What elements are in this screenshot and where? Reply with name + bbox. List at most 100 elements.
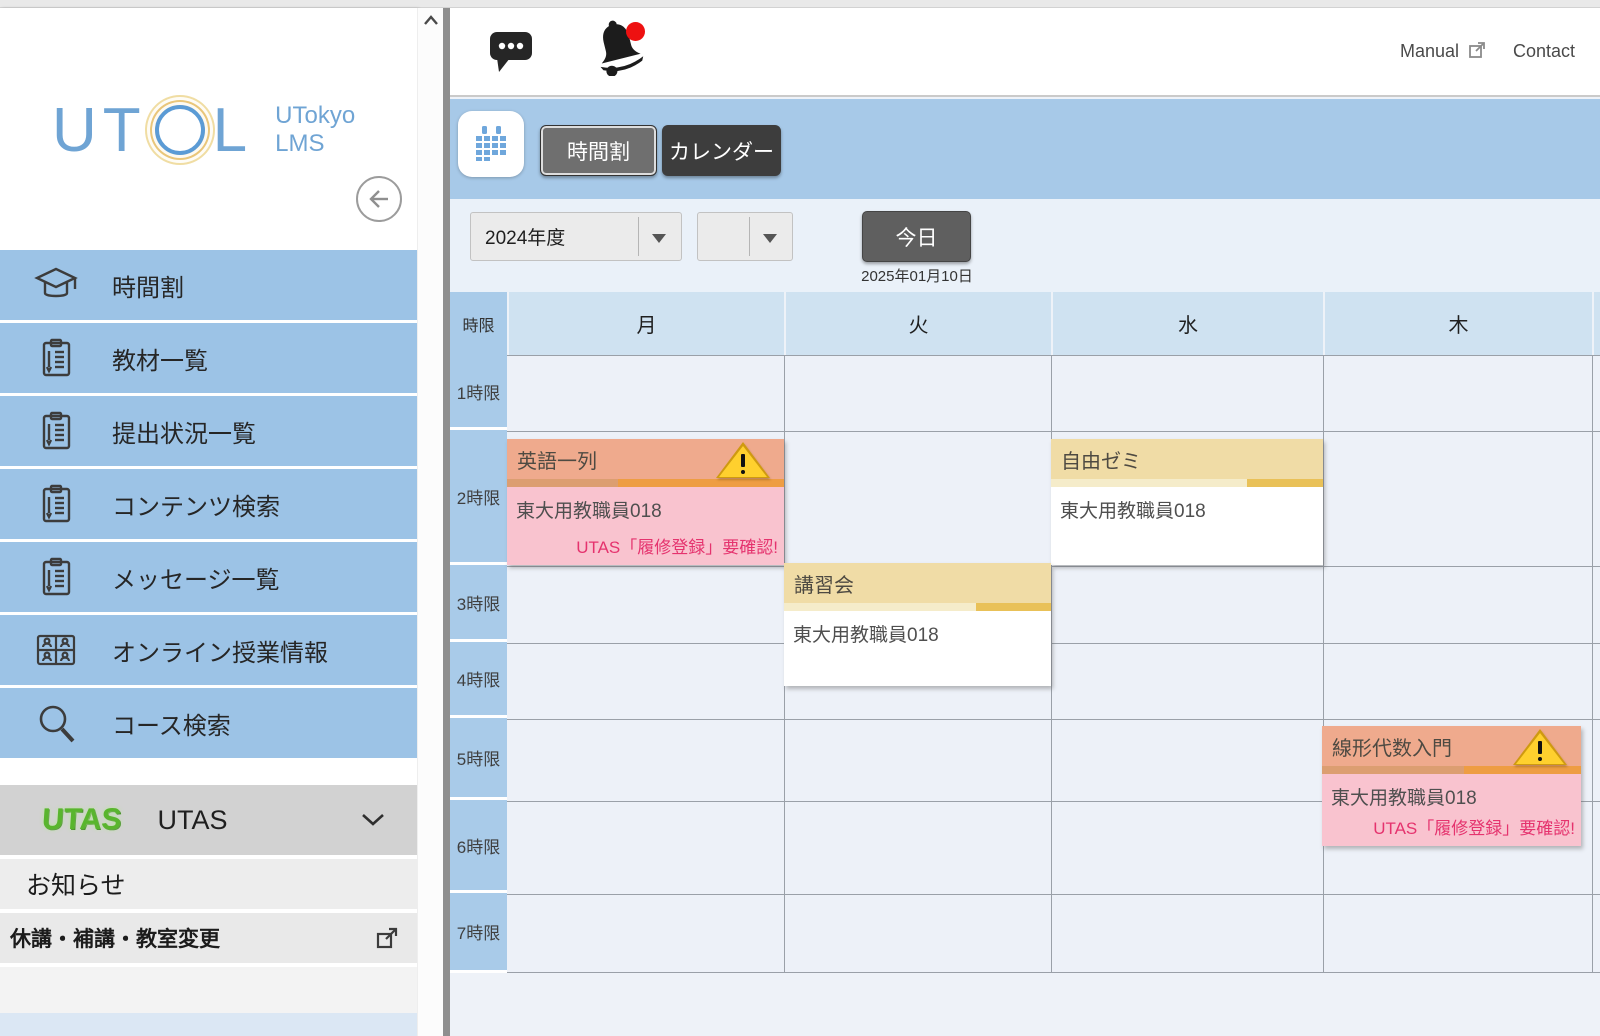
today-button[interactable]: 今日 xyxy=(862,211,971,262)
course-card-header: 講習会 xyxy=(784,563,1051,603)
gridline xyxy=(507,566,1600,567)
utol-logo-text: UT L xyxy=(52,95,253,166)
period-label-7: 7時限 xyxy=(450,893,507,973)
sidebar-item-content-search[interactable]: コンテンツ検索 xyxy=(0,469,417,539)
course-card-body: 東大用教職員018 UTAS「履修登録」要確認! xyxy=(507,487,784,565)
video-grid-icon xyxy=(0,628,112,672)
tab-calendar[interactable]: カレンダー xyxy=(662,125,781,176)
sidebar-item-notices[interactable]: お知らせ xyxy=(0,859,417,911)
period-label-3: 3時限 xyxy=(450,565,507,642)
notification-badge xyxy=(626,22,645,41)
tab-timetable[interactable]: 時間割 xyxy=(540,125,657,176)
sidebar-menu: 時間割 教材一覧 提出状況一覧 xyxy=(0,250,417,761)
caret-down-icon xyxy=(763,234,777,243)
chevron-down-icon xyxy=(361,813,385,827)
course-card-english[interactable]: 英語一列 東大用教職員018 UTAS「履修登録」要確認! xyxy=(507,439,784,565)
day-header-monday: 月 xyxy=(509,292,784,355)
clipboard-icon xyxy=(0,336,112,380)
clipboard-icon xyxy=(0,555,112,599)
period-label-5: 5時限 xyxy=(450,718,507,800)
course-card-seminar[interactable]: 自由ゼミ 東大用教職員018 xyxy=(1051,439,1323,565)
logo-part2: L xyxy=(213,95,253,166)
graduation-cap-icon xyxy=(0,263,112,307)
sidebar-item-label: 提出状況一覧 xyxy=(112,414,256,449)
course-card-body: 東大用教職員018 UTAS「履修登録」要確認! xyxy=(1322,774,1581,846)
day-header-wednesday: 水 xyxy=(1053,292,1323,355)
course-card-body: 東大用教職員018 xyxy=(1051,487,1323,565)
clipboard-icon xyxy=(0,409,112,453)
sidebar-collapse-button[interactable] xyxy=(356,176,402,222)
period-label-4: 4時限 xyxy=(450,642,507,718)
contact-link[interactable]: Contact xyxy=(1513,41,1575,62)
course-progress-strip xyxy=(507,479,784,487)
calendar-view-button[interactable] xyxy=(458,111,524,177)
course-warning-text: UTAS「履修登録」要確認! xyxy=(1373,814,1575,839)
calendar-icon xyxy=(471,124,511,164)
course-card-header: 線形代数入門 xyxy=(1322,726,1581,766)
period-label-2: 2時限 xyxy=(450,430,507,565)
sidebar-section-utas[interactable]: UTAS UTAS xyxy=(0,785,417,857)
period-label-1: 1時限 xyxy=(450,355,507,430)
course-card-workshop[interactable]: 講習会 東大用教職員018 xyxy=(784,563,1051,686)
grid-corner-header: 時限 xyxy=(450,292,507,355)
chat-icon[interactable] xyxy=(488,28,534,74)
sidebar-scrollbar[interactable] xyxy=(417,8,443,1036)
utas-label: UTAS xyxy=(157,805,227,836)
sidebar-item-online-class[interactable]: オンライン授業情報 xyxy=(0,615,417,685)
panel-splitter[interactable] xyxy=(443,8,450,1036)
notices-label: お知らせ xyxy=(26,866,126,902)
class-changes-label: 休講・補講・教室変更 xyxy=(10,923,220,953)
sidebar-item-label: 時間割 xyxy=(112,268,184,303)
course-instructor: 東大用教職員018 xyxy=(1051,487,1323,523)
warning-icon xyxy=(716,442,770,478)
period-label-6: 6時限 xyxy=(450,800,507,893)
sidebar-item-label: オンライン授業情報 xyxy=(112,633,328,668)
manual-link[interactable]: Manual xyxy=(1400,41,1459,62)
sidebar-empty-row xyxy=(0,967,417,1013)
logo-ring-icon xyxy=(155,105,205,155)
course-title: 自由ゼミ xyxy=(1061,445,1141,474)
course-title: 講習会 xyxy=(794,569,854,598)
sidebar-item-messages[interactable]: メッセージ一覧 xyxy=(0,542,417,612)
year-select-value: 2024年度 xyxy=(485,223,565,250)
caret-down-icon xyxy=(652,234,666,243)
timetable-grid: 時限 月 火 水 木 1時限 2時限 3時限 4時限 5時限 6時限 7時限 英… xyxy=(450,292,1600,973)
arrow-left-icon xyxy=(366,186,392,212)
course-warning-text: UTAS「履修登録」要確認! xyxy=(576,533,778,558)
day-header-tuesday: 火 xyxy=(786,292,1051,355)
gridline xyxy=(507,643,1600,644)
clipboard-icon xyxy=(0,482,112,526)
sidebar: UTL UTokyo LMS 時間割 xyxy=(0,8,417,1036)
sidebar-item-timetable[interactable]: 時間割 xyxy=(0,250,417,320)
course-title: 英語一列 xyxy=(517,445,597,474)
day-header-friday-clipped xyxy=(1594,292,1600,355)
warning-icon xyxy=(1513,729,1567,765)
utol-logo: UTL UTokyo LMS xyxy=(52,80,382,180)
external-link-icon xyxy=(375,926,399,950)
gridline xyxy=(1592,356,1593,972)
sidebar-item-materials[interactable]: 教材一覧 xyxy=(0,323,417,393)
external-link-icon xyxy=(1468,41,1486,59)
scroll-up-arrow-icon[interactable] xyxy=(421,10,441,30)
gridline xyxy=(507,431,1600,432)
course-card-linear-algebra[interactable]: 線形代数入門 東大用教職員018 UTAS「履修登録」要確認! xyxy=(1322,726,1581,846)
course-instructor: 東大用教職員018 xyxy=(507,487,784,523)
course-progress-strip xyxy=(1322,766,1581,774)
search-icon xyxy=(0,700,112,746)
course-title: 線形代数入門 xyxy=(1332,732,1452,761)
utas-logo: UTAS xyxy=(41,803,123,837)
year-select[interactable]: 2024年度 xyxy=(470,212,682,261)
course-card-header: 英語一列 xyxy=(507,439,784,479)
sidebar-item-label: メッセージ一覧 xyxy=(112,560,280,595)
logo-part1: UT xyxy=(52,95,147,166)
sidebar-item-submissions[interactable]: 提出状況一覧 xyxy=(0,396,417,466)
term-select[interactable] xyxy=(697,212,793,261)
day-header-thursday: 木 xyxy=(1325,292,1592,355)
sidebar-item-class-changes[interactable]: 休講・補講・教室変更 xyxy=(0,913,417,965)
course-card-body: 東大用教職員018 xyxy=(784,611,1051,686)
sidebar-item-label: コンテンツ検索 xyxy=(112,487,280,522)
course-card-header: 自由ゼミ xyxy=(1051,439,1323,479)
sidebar-item-course-search[interactable]: コース検索 xyxy=(0,688,417,758)
dropdown-separator xyxy=(749,217,750,256)
current-date-label: 2025年01月10日 xyxy=(852,265,982,286)
